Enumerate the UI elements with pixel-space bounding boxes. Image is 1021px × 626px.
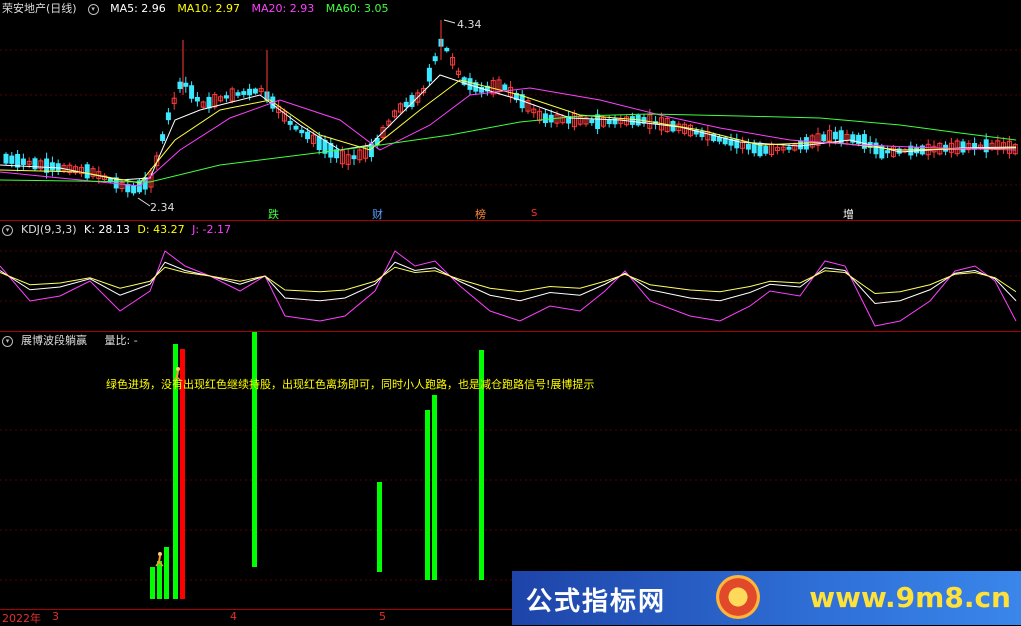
indicator-bar-chart[interactable]: [0, 332, 1021, 610]
candle-body: [247, 88, 253, 96]
candle-body: [821, 134, 827, 141]
candle-body: [9, 155, 15, 164]
candle-body: [432, 56, 438, 62]
candle-body: [502, 84, 508, 91]
candle-body: [305, 131, 311, 140]
candle-body: [160, 134, 166, 142]
green-signal-bar: [432, 395, 437, 580]
candle-body: [131, 185, 137, 194]
candle-body: [84, 164, 90, 179]
candle-body: [467, 78, 473, 90]
candle-body: [798, 141, 804, 150]
kdj-j-line: [0, 250, 1017, 327]
candle-body: [20, 158, 26, 165]
candle-body: [183, 82, 189, 87]
candle-body: [629, 116, 635, 125]
watermark-logo-icon: [716, 575, 760, 619]
candle-body: [914, 147, 920, 154]
candle-body: [716, 136, 722, 142]
low-price-label: 2.34: [150, 201, 175, 214]
candle-body: [55, 163, 61, 172]
candle-body: [786, 146, 792, 150]
kdj-k-line: [0, 261, 1017, 305]
candle-body: [194, 96, 200, 102]
candle-body: [444, 47, 450, 52]
green-signal-bar: [425, 410, 430, 580]
watermark-url: www.9m8.cn: [809, 581, 1011, 614]
candle-body: [287, 120, 293, 125]
candle-body: [235, 92, 241, 96]
candle-body: [542, 113, 548, 124]
candle-body: [763, 145, 769, 154]
green-signal-bar: [377, 482, 382, 572]
watermark-left-text: 公式指标网: [526, 587, 667, 617]
candle-body: [885, 150, 891, 154]
candle-body: [189, 85, 195, 99]
runner-head: [176, 367, 180, 371]
ma10-line: [0, 79, 1017, 184]
kdj-chart[interactable]: [0, 221, 1021, 331]
candle-body: [241, 91, 247, 95]
candle-body: [125, 183, 131, 193]
candle-body: [252, 88, 258, 94]
candle-body: [223, 95, 229, 99]
watermark-banner: 公式指标网 www.9m8.cn: [512, 571, 1021, 625]
candlestick-chart[interactable]: [0, 0, 1021, 220]
green-signal-bar: [252, 332, 257, 567]
candle-body: [351, 155, 357, 160]
indicator-pane: ▾ 展博波段躺赢 量比: - 绿色进场，没有出现红色继续持股，出现红色离场即可，同…: [0, 332, 1021, 610]
high-pointer: [443, 19, 456, 24]
runner-head: [158, 552, 162, 556]
candle-body: [403, 101, 409, 108]
green-signal-bar: [157, 561, 162, 599]
price-pane: 荣安地产(日线) ▾ MA5: 2.96 MA10: 2.97 MA20: 2.9…: [0, 0, 1021, 221]
kdj-pane: ▾ KDJ(9,3,3) K: 28.13 D: 43.27 J: -2.17: [0, 221, 1021, 331]
runner-body: [158, 555, 161, 563]
candle-body: [3, 153, 9, 164]
event-marker-s[interactable]: S: [531, 208, 537, 219]
x-axis-month-5: 5: [379, 610, 386, 623]
candle-body: [873, 142, 879, 155]
candle-body: [960, 141, 966, 153]
candle-body: [589, 119, 595, 124]
candle-body: [983, 139, 989, 153]
candle-body: [206, 96, 212, 109]
candle-body: [316, 136, 322, 151]
candle-body: [751, 142, 757, 154]
candle-body: [44, 158, 50, 173]
green-signal-bar: [164, 547, 169, 599]
candle-body: [15, 153, 21, 168]
green-signal-bar: [150, 567, 155, 599]
candle-body: [908, 145, 914, 156]
candle-body: [299, 129, 305, 134]
low-pointer: [137, 197, 151, 207]
indicator-note: 绿色进场，没有出现红色继续持股，出现红色离场即可，同时小人跑路，也是减仓跑路信号…: [106, 378, 595, 391]
high-price-label: 4.34: [457, 18, 482, 31]
candle-body: [165, 112, 171, 121]
candle-body: [49, 162, 55, 171]
x-axis-year: 2022年: [2, 612, 41, 625]
candle-body: [426, 67, 432, 82]
candle-body: [606, 119, 612, 125]
x-axis-month-4: 4: [230, 610, 237, 623]
candle-body: [745, 143, 751, 150]
candle-body: [177, 81, 183, 89]
x-axis-month-3: 3: [52, 610, 59, 623]
candle-body: [293, 125, 299, 130]
candle-body: [832, 131, 838, 140]
